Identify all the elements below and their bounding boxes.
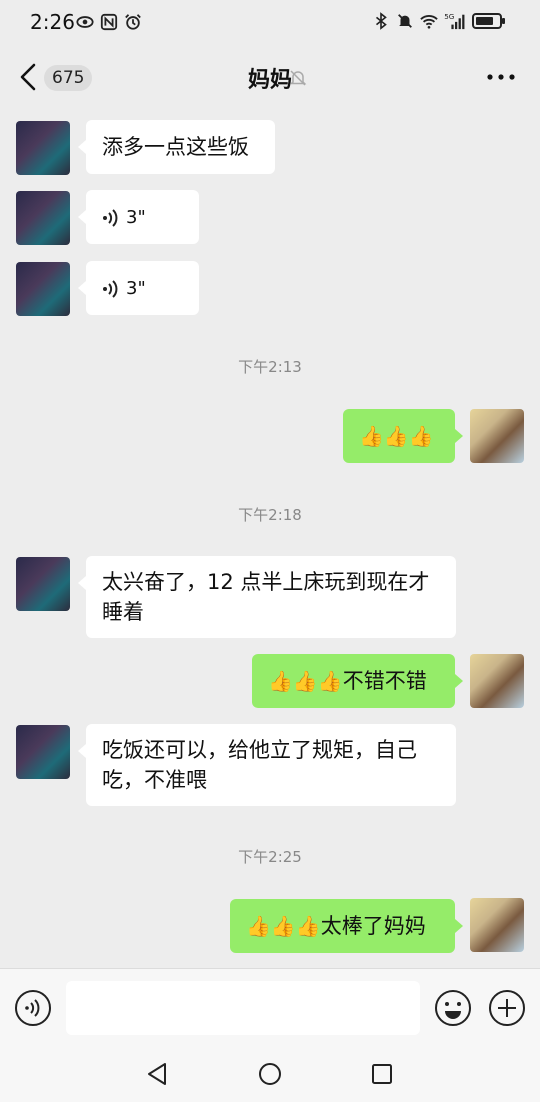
my-avatar[interactable] (470, 898, 524, 952)
bell-mute-icon (398, 14, 412, 28)
status-time: 2:26 (30, 10, 75, 34)
message-emojis: 👍👍👍 (268, 669, 343, 693)
message-bubble[interactable]: 添多一点这些饭 (86, 120, 275, 174)
contact-avatar[interactable] (16, 725, 70, 779)
message-bubble[interactable]: 👍👍👍太棒了妈妈 (230, 899, 455, 953)
contact-avatar[interactable] (16, 557, 70, 611)
more-functions-button[interactable] (488, 989, 526, 1027)
battery-icon (472, 13, 505, 29)
nfc-icon (100, 13, 118, 31)
alarm-icon (125, 14, 141, 30)
message-text: 太棒了妈妈 (320, 914, 426, 938)
message-bubble[interactable]: 👍👍👍不错不错 (252, 654, 455, 708)
mute-icon (289, 70, 307, 86)
status-right-icons: 5G (372, 12, 506, 30)
message-bubble[interactable]: 吃饭还可以，给他立了规矩，自己 吃，不准喂 (86, 724, 456, 806)
message-text: 添多一点这些饭 (102, 135, 249, 159)
more-options-button[interactable] (486, 72, 516, 82)
bubble-tail (78, 576, 86, 590)
bubble-tail (78, 140, 86, 154)
bubble-tail (78, 744, 86, 758)
bubble-tail (455, 674, 463, 688)
chat-header: 675 妈妈 (0, 44, 540, 110)
message-bubble[interactable]: 太兴奋了，12 点半上床玩到现在才 睡着 (86, 556, 456, 638)
wifi-icon (420, 15, 438, 29)
system-navigation-bar (0, 1048, 540, 1102)
message-timestamp: 下午2:13 (238, 358, 302, 376)
message-text-line: 吃，不准喂 (102, 768, 207, 792)
voice-wave-icon (103, 280, 118, 298)
message-text-line: 吃饭还可以，给他立了规矩，自己 (102, 738, 417, 762)
contact-avatar[interactable] (16, 191, 70, 245)
my-avatar[interactable] (470, 654, 524, 708)
voice-wave-icon (103, 209, 118, 227)
chat-title: 妈妈 (247, 68, 292, 93)
voice-message[interactable]: 3" (86, 190, 199, 244)
voice-input-button[interactable] (14, 989, 52, 1027)
message-input[interactable] (66, 981, 420, 1035)
message-emojis: 👍👍👍 (246, 914, 321, 938)
emoji-button[interactable] (434, 989, 472, 1027)
voice-message[interactable]: 3" (86, 261, 199, 315)
contact-avatar[interactable] (16, 262, 70, 316)
my-avatar[interactable] (470, 409, 524, 463)
system-recent-apps-button[interactable] (371, 1063, 393, 1085)
contact-avatar[interactable] (16, 121, 70, 175)
input-bar (0, 968, 540, 1049)
bubble-tail (78, 281, 86, 295)
message-timestamp: 下午2:18 (238, 506, 302, 524)
eye-icon (76, 16, 94, 28)
bubble-tail (455, 919, 463, 933)
bluetooth-icon (375, 12, 387, 30)
message-bubble[interactable]: 👍👍👍 (343, 409, 455, 463)
status-left-icons (76, 13, 142, 31)
system-home-button[interactable] (258, 1062, 282, 1086)
message-timestamp: 下午2:25 (238, 848, 302, 866)
system-back-button[interactable] (146, 1062, 168, 1086)
message-text: 不错不错 (342, 669, 427, 693)
voice-duration: 3" (126, 278, 146, 299)
status-bar: 2:26 5G (0, 0, 540, 44)
message-text-line: 太兴奋了，12 点半上床玩到现在才 (102, 570, 430, 594)
signal-5g-icon: 5G (444, 12, 465, 30)
network-label: 5G (444, 12, 454, 21)
bubble-tail (455, 429, 463, 443)
voice-duration: 3" (126, 207, 146, 228)
message-text-line: 睡着 (102, 600, 144, 624)
bubble-tail (78, 210, 86, 224)
message-text: 👍👍👍 (359, 424, 434, 448)
